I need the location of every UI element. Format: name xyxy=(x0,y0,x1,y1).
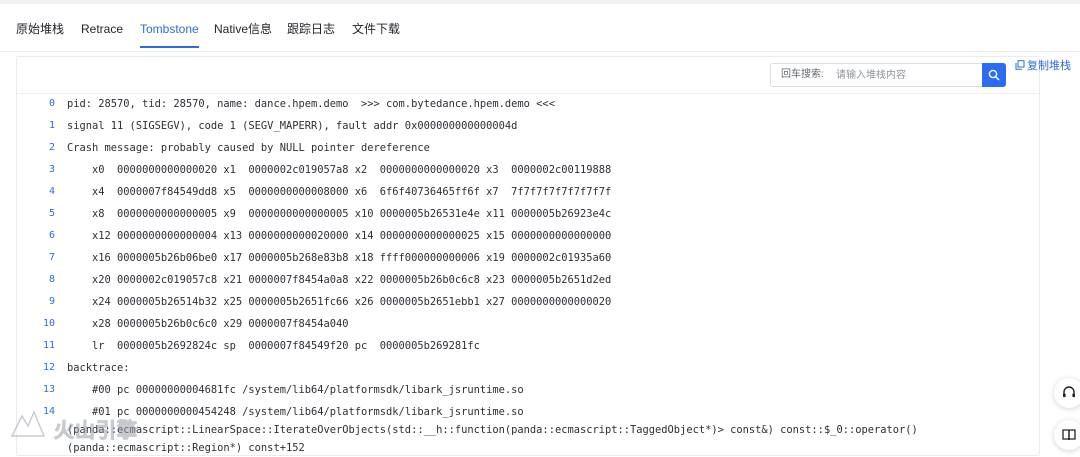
line-text: x24 0000005b26514b32 x25 0000005b2651fc6… xyxy=(67,296,612,308)
copy-icon xyxy=(1015,60,1025,70)
code-line: 13 #00 pc 00000000004681fc /system/lib64… xyxy=(0,379,1080,401)
book-icon xyxy=(1062,429,1076,441)
line-text: signal 11 (SIGSEGV), code 1 (SEGV_MAPERR… xyxy=(67,120,518,132)
search-input[interactable] xyxy=(836,64,982,86)
line-number: 12 xyxy=(42,362,55,373)
line-number: 8 xyxy=(48,274,55,285)
code-line: 10 x28 0000005b26b0c6c0 x29 0000007f8454… xyxy=(0,313,1080,335)
code-line: 5 x8 0000000000000005 x9 000000000000000… xyxy=(0,203,1080,225)
code-line: 6 x12 0000000000000004 x13 0000000000020… xyxy=(0,225,1080,247)
line-number: 4 xyxy=(48,186,55,197)
line-text: x28 0000005b26b0c6c0 x29 0000007f8454a04… xyxy=(67,318,349,330)
line-text: Crash message: probably caused by NULL p… xyxy=(67,142,430,154)
line-text: x12 0000000000000004 x13 000000000002000… xyxy=(67,230,612,242)
code-line: 2 Crash message: probably caused by NULL … xyxy=(0,137,1080,159)
code-line: 9 x24 0000005b26514b32 x25 0000005b2651f… xyxy=(0,291,1080,313)
line-number: 9 xyxy=(48,296,55,307)
line-text: x4 0000007f84549dd8 x5 0000000000008000 … xyxy=(67,186,612,198)
line-number: 10 xyxy=(42,318,55,329)
line-text: x0 0000000000000020 x1 0000002c019057a8 … xyxy=(67,164,612,176)
line-number: 2 xyxy=(48,142,55,153)
code-line: 12 backtrace: xyxy=(0,357,1080,379)
watermark: 火山引擎 xyxy=(8,404,148,444)
line-text: x16 0000005b26b06be0 x17 0000005b268e83b… xyxy=(67,252,612,264)
code-line: 11 lr 0000005b2692824c sp 0000007f84549f… xyxy=(0,335,1080,357)
line-number: 1 xyxy=(48,120,55,131)
line-number: 5 xyxy=(48,208,55,219)
code-line: 8 x20 0000002c019057c8 x21 0000007f8454a… xyxy=(0,269,1080,291)
line-text: backtrace: xyxy=(67,362,130,374)
watermark-text: 火山引擎 xyxy=(54,418,138,443)
tab-bar: 原始堆栈 Retrace Tombstone Native信息 跟踪日志 文件下… xyxy=(0,4,1080,52)
line-number: 3 xyxy=(48,164,55,175)
line-text: #01 pc 0000000000454248 /system/lib64/pl… xyxy=(67,406,918,454)
line-number: 13 xyxy=(42,384,55,395)
line-text: #00 pc 00000000004681fc /system/lib64/pl… xyxy=(67,384,524,396)
tab-native-info[interactable]: Native信息 xyxy=(214,4,272,48)
tab-original-stack[interactable]: 原始堆栈 xyxy=(16,4,64,48)
line-number: 6 xyxy=(48,230,55,241)
line-text: pid: 28570, tid: 28570, name: dance.hpem… xyxy=(67,98,555,110)
line-number: 11 xyxy=(42,340,55,351)
tab-retrace[interactable]: Retrace xyxy=(81,4,123,48)
code-line: 3 x0 0000000000000020 x1 0000002c019057a… xyxy=(0,159,1080,181)
code-line: 4 x4 0000007f84549dd8 x5 000000000000800… xyxy=(0,181,1080,203)
code-line: 14 #01 pc 0000000000454248 /system/lib64… xyxy=(0,401,1080,454)
tab-trace-log[interactable]: 跟踪日志 xyxy=(287,4,335,48)
line-text: x8 0000000000000005 x9 0000000000000005 … xyxy=(67,208,612,220)
copy-stack-label: 复制堆栈 xyxy=(1027,60,1071,72)
code-line: 0 pid: 28570, tid: 28570, name: dance.hpe… xyxy=(0,93,1080,115)
search-label: 回车搜索: xyxy=(781,69,824,80)
search-icon xyxy=(988,69,1000,81)
tab-tombstone[interactable]: Tombstone xyxy=(140,4,199,48)
code-line: 7 x16 0000005b26b06be0 x17 0000005b268e8… xyxy=(0,247,1080,269)
volcengine-logo-icon xyxy=(10,410,46,437)
docs-button[interactable] xyxy=(1054,420,1080,450)
line-number: 7 xyxy=(48,252,55,263)
search-button[interactable] xyxy=(982,63,1006,87)
copy-stack-button[interactable]: 复制堆栈 xyxy=(1015,58,1071,72)
feedback-icon xyxy=(1063,386,1075,398)
code-line: 1 signal 11 (SIGSEGV), code 1 (SEGV_MAPER… xyxy=(0,115,1080,137)
line-text: x20 0000002c019057c8 x21 0000007f8454a0a… xyxy=(67,274,612,286)
feedback-button[interactable] xyxy=(1054,378,1080,408)
tab-file-download[interactable]: 文件下载 xyxy=(352,4,400,48)
stack-search: 回车搜索: xyxy=(770,63,1006,87)
line-text: lr 0000005b2692824c sp 0000007f84549f20 … xyxy=(67,340,480,352)
tab-underline xyxy=(0,51,1080,52)
tombstone-content: 0 pid: 28570, tid: 28570, name: dance.hpe… xyxy=(0,93,1080,454)
line-number: 0 xyxy=(48,98,55,109)
